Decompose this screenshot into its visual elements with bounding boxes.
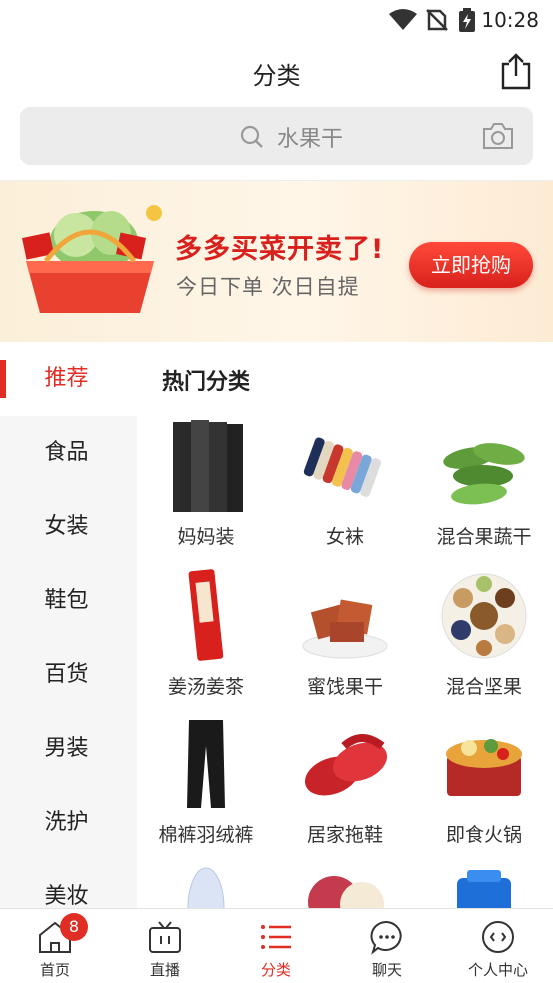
- category-tile[interactable]: 蜜饯果干: [276, 568, 414, 708]
- category-tile[interactable]: 棉裤羽绒裤: [137, 716, 275, 856]
- status-bar: 10:28: [0, 0, 553, 40]
- battery-charging-icon: [459, 8, 475, 32]
- tab-home[interactable]: 8 首页: [0, 909, 110, 983]
- nuts-icon: [441, 573, 527, 659]
- sidebar-item-recommend[interactable]: 推荐: [0, 342, 137, 416]
- tab-profile[interactable]: 个人中心: [443, 909, 553, 983]
- sidebar-item-food[interactable]: 食品: [0, 416, 137, 490]
- sidebar-item-beauty[interactable]: 美妆: [0, 860, 137, 908]
- clothes-icon: [173, 420, 243, 512]
- section-title: 热门分类: [162, 370, 251, 395]
- category-tile[interactable]: [415, 862, 553, 908]
- hotpot-icon: [446, 739, 522, 796]
- candied-fruit-icon: [302, 599, 388, 659]
- profile-icon: [482, 921, 514, 953]
- chat-icon: [370, 920, 402, 955]
- tab-category[interactable]: 分类: [221, 909, 331, 983]
- sidebar-item-general-goods[interactable]: 百货: [0, 638, 137, 712]
- category-tile[interactable]: [276, 862, 414, 908]
- category-tile[interactable]: [137, 862, 275, 908]
- slippers-icon: [304, 734, 388, 796]
- header: 分类: [0, 40, 553, 104]
- sidebar-item-wash-care[interactable]: 洗护: [0, 786, 137, 860]
- category-sidebar: 推荐 食品 女装 鞋包 百货 男装 洗护 美妆: [0, 342, 137, 908]
- promo-banner[interactable]: 多多买菜开卖了! 今日下单 次日自提 立即抢购: [0, 180, 553, 342]
- ginger-tea-icon: [188, 569, 224, 661]
- page-title: 分类: [252, 62, 301, 90]
- sidebar-item-mens[interactable]: 男装: [0, 712, 137, 786]
- search-icon: [240, 125, 263, 148]
- category-tile[interactable]: 即食火锅: [415, 716, 553, 856]
- sidebar-item-womens[interactable]: 女装: [0, 490, 137, 564]
- insole-icon: [187, 867, 225, 908]
- tv-icon: [149, 921, 181, 953]
- tab-chat[interactable]: 聊天: [332, 909, 442, 983]
- share-icon[interactable]: [499, 52, 533, 90]
- sidebar-item-shoes-bags[interactable]: 鞋包: [0, 564, 137, 638]
- category-tile[interactable]: 混合果蔬干: [415, 418, 553, 558]
- list-icon: [261, 925, 291, 949]
- search-bar[interactable]: 水果干: [20, 107, 533, 165]
- category-tile[interactable]: 女袜: [276, 418, 414, 558]
- fruit-icon: [308, 876, 384, 908]
- category-tile[interactable]: 姜汤姜茶: [137, 568, 275, 708]
- buy-now-button[interactable]: 立即抢购: [409, 242, 533, 288]
- wifi-icon: [389, 9, 417, 30]
- banner-subtitle: 今日下单 次日自提: [176, 275, 360, 299]
- category-tile[interactable]: 混合坚果: [415, 568, 553, 708]
- okra-icon: [443, 443, 525, 505]
- vegetable-basket-icon: [22, 205, 162, 313]
- category-content: 热门分类 妈妈装 女袜 混合果蔬干 姜汤姜茶 蜜饯果干 混合坚果 棉裤羽绒裤 居…: [137, 342, 553, 908]
- blue-container-icon: [457, 870, 511, 908]
- pants-icon: [187, 720, 225, 808]
- search-placeholder: 水果干: [277, 127, 344, 152]
- socks-icon: [303, 437, 382, 497]
- banner-title: 多多买菜开卖了!: [175, 234, 385, 265]
- notification-badge: 8: [60, 913, 88, 941]
- status-time: 10:28: [481, 8, 539, 32]
- category-tile[interactable]: 居家拖鞋: [276, 716, 414, 856]
- camera-icon[interactable]: [481, 121, 515, 151]
- tab-live[interactable]: 直播: [110, 909, 220, 983]
- category-tile[interactable]: 妈妈装: [137, 418, 275, 558]
- bottom-tab-bar: 8 首页 直播 分类 聊天 个人中心: [0, 908, 553, 983]
- no-sim-icon: [426, 9, 448, 31]
